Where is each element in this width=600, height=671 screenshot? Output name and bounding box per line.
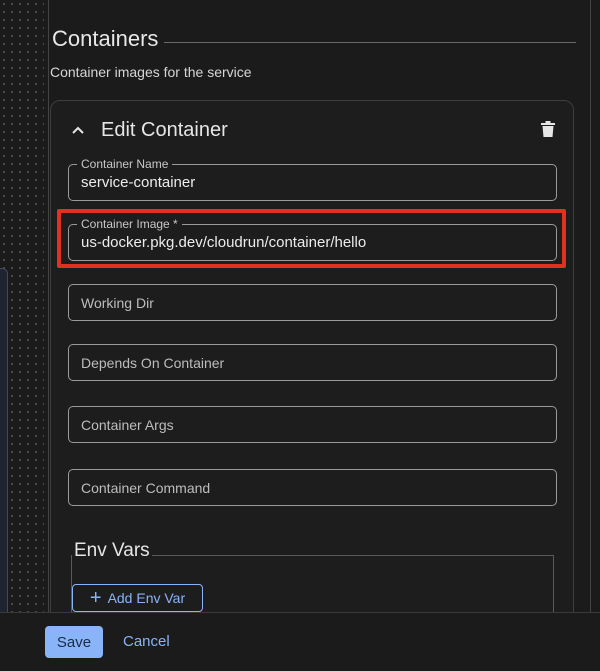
panel-border-right (590, 0, 591, 612)
container-args-field[interactable]: Container Args (68, 406, 557, 443)
container-args-placeholder: Container Args (81, 417, 174, 433)
add-env-var-label: Add Env Var (107, 590, 186, 606)
left-side-panel-edge (0, 268, 8, 618)
section-title: Containers (52, 26, 159, 51)
add-env-var-button[interactable]: + Add Env Var (72, 584, 203, 612)
highlight-box (57, 209, 566, 268)
section-title-rule (164, 42, 576, 43)
depends-on-placeholder: Depends On Container (81, 355, 225, 371)
container-editor-panel: Containers Container images for the serv… (0, 0, 600, 671)
plus-icon: + (89, 587, 102, 609)
panel-border-left (48, 0, 49, 612)
card-header[interactable]: Edit Container (67, 116, 557, 144)
working-dir-field[interactable]: Working Dir (68, 284, 557, 321)
save-button[interactable]: Save (45, 626, 103, 658)
chevron-up-icon[interactable] (67, 119, 89, 141)
trash-icon[interactable] (538, 119, 558, 139)
depends-on-field[interactable]: Depends On Container (68, 344, 557, 381)
working-dir-placeholder: Working Dir (81, 295, 154, 311)
container-command-field[interactable]: Container Command (68, 469, 557, 506)
cancel-button[interactable]: Cancel (123, 633, 170, 650)
env-vars-title: Env Vars (74, 540, 150, 561)
container-name-value: service-container (81, 174, 196, 191)
container-name-field[interactable]: Container Name service-container (68, 157, 557, 201)
card-title: Edit Container (101, 118, 228, 141)
section-subtitle: Container images for the service (50, 64, 252, 80)
container-name-label: Container Name (77, 157, 173, 171)
container-command-placeholder: Container Command (81, 480, 211, 496)
env-vars-rule (152, 555, 554, 556)
